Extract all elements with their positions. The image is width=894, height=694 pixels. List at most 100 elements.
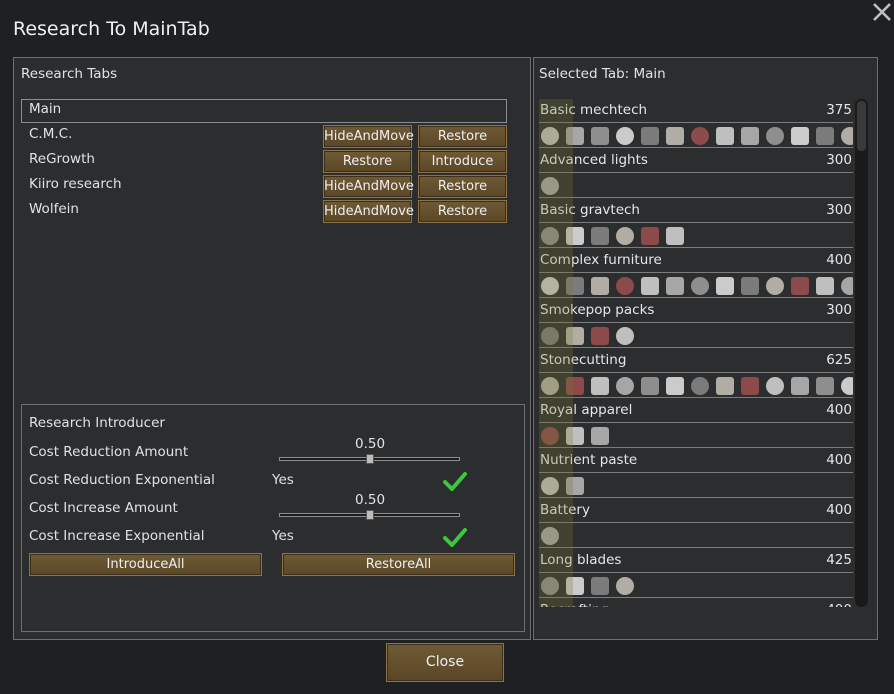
unlock-item-icon	[591, 327, 609, 345]
unlock-item-icon	[816, 377, 834, 395]
tab-main[interactable]	[21, 99, 507, 123]
unlock-item-icon	[541, 277, 559, 295]
cost-reduction-exponential-value: Yes	[272, 472, 294, 488]
project-cost: 400	[826, 602, 852, 607]
project-name: Basic gravtech	[540, 202, 640, 218]
wolfein-restore-button[interactable]: Restore	[418, 200, 507, 223]
project-cost: 625	[826, 352, 852, 368]
regrowth-restore-button[interactable]: Restore	[323, 150, 412, 173]
unlock-item-icon	[566, 127, 584, 145]
unlock-item-icon	[766, 127, 784, 145]
research-project-row[interactable]: Basic gravtech 300	[539, 199, 853, 249]
list-scrollbar[interactable]	[855, 99, 868, 607]
unlock-item-icon	[541, 127, 559, 145]
unlock-item-icon	[766, 377, 784, 395]
unlock-item-icon	[791, 277, 809, 295]
project-cost: 400	[826, 252, 852, 268]
kiiro-hide-and-move-button[interactable]: HideAndMove	[323, 175, 414, 198]
unlock-item-icon	[741, 127, 759, 145]
unlock-item-icon	[841, 377, 853, 395]
cost-increase-exponential-checkbox[interactable]	[443, 527, 467, 547]
project-unlock-icons	[539, 574, 853, 598]
unlock-item-icon	[566, 377, 584, 395]
cmc-hide-and-move-button[interactable]: HideAndMove	[323, 125, 414, 148]
close-icon[interactable]	[870, 0, 894, 24]
project-unlock-icons	[539, 474, 853, 498]
project-name: Royal apparel	[540, 402, 633, 418]
unlock-item-icon	[616, 277, 634, 295]
project-cost: 300	[826, 302, 852, 318]
introducer-title: Research Introducer	[29, 415, 165, 431]
project-unlock-icons	[539, 524, 853, 548]
unlock-item-icon	[641, 377, 659, 395]
cost-reduction-amount-label: Cost Reduction Amount	[29, 444, 189, 460]
cmc-restore-button[interactable]: Restore	[418, 125, 507, 148]
research-project-row[interactable]: Royal apparel 400	[539, 399, 853, 449]
project-cost: 300	[826, 152, 852, 168]
unlock-item-icon	[541, 427, 559, 445]
unlock-item-icon	[591, 227, 609, 245]
unlock-item-icon	[666, 127, 684, 145]
project-header: Long blades 425	[539, 549, 853, 573]
research-project-row[interactable]: Long blades 425	[539, 549, 853, 599]
kiiro-restore-button[interactable]: Restore	[418, 175, 507, 198]
research-project-row[interactable]: Smokepop packs 300	[539, 299, 853, 349]
cost-reduction-exponential-checkbox[interactable]	[443, 471, 467, 491]
unlock-item-icon	[666, 277, 684, 295]
project-unlock-icons	[539, 224, 853, 248]
cost-increase-slider-handle[interactable]	[365, 510, 374, 520]
unlock-item-icon	[566, 577, 584, 595]
unlock-item-icon	[541, 177, 559, 195]
project-header: Recrafting 400	[539, 599, 853, 607]
wolfein-hide-and-move-button[interactable]: HideAndMove	[323, 200, 414, 223]
project-header: Basic gravtech 300	[539, 199, 853, 223]
unlock-item-icon	[741, 377, 759, 395]
unlock-item-icon	[591, 277, 609, 295]
list-scrollbar-thumb[interactable]	[857, 101, 866, 151]
research-project-row[interactable]: Stonecutting 625	[539, 349, 853, 399]
unlock-item-icon	[641, 227, 659, 245]
research-project-list[interactable]: Basic mechtech 375 Advanced lights 300 Basic…	[539, 99, 853, 607]
project-header: Smokepop packs 300	[539, 299, 853, 323]
unlock-item-icon	[541, 527, 559, 545]
project-header: Battery 400	[539, 499, 853, 523]
unlock-item-icon	[566, 327, 584, 345]
research-tabs-title: Research Tabs	[21, 66, 118, 82]
research-project-row[interactable]: Basic mechtech 375	[539, 99, 853, 149]
unlock-item-icon	[566, 277, 584, 295]
introduce-all-button[interactable]: IntroduceAll	[29, 553, 262, 576]
project-name: Complex furniture	[540, 252, 662, 268]
project-unlock-icons	[539, 274, 853, 298]
close-button[interactable]: Close	[386, 643, 504, 682]
research-project-row[interactable]: Battery 400	[539, 499, 853, 549]
cost-increase-exponential-value: Yes	[272, 528, 294, 544]
unlock-item-icon	[841, 277, 853, 295]
cost-increase-amount-value: 0.50	[355, 492, 386, 508]
unlock-item-icon	[541, 577, 559, 595]
research-project-row[interactable]: Complex furniture 400	[539, 249, 853, 299]
restore-all-button[interactable]: RestoreAll	[282, 553, 515, 576]
unlock-item-icon	[591, 577, 609, 595]
unlock-item-icon	[716, 277, 734, 295]
regrowth-introduce-button[interactable]: Introduce	[418, 150, 507, 173]
unlock-item-icon	[566, 477, 584, 495]
research-project-row[interactable]: Nutrient paste 400	[539, 449, 853, 499]
project-header: Royal apparel 400	[539, 399, 853, 423]
unlock-item-icon	[541, 377, 559, 395]
cost-reduction-slider-handle[interactable]	[365, 454, 374, 464]
project-name: Basic mechtech	[540, 102, 648, 118]
research-project-row[interactable]: Advanced lights 300	[539, 149, 853, 199]
research-project-row[interactable]: Recrafting 400	[539, 599, 853, 607]
project-header: Nutrient paste 400	[539, 449, 853, 473]
tab-label-wolfein: Wolfein	[29, 201, 79, 217]
project-header: Complex furniture 400	[539, 249, 853, 273]
unlock-item-icon	[616, 127, 634, 145]
tab-label-kiiro: Kiiro research	[29, 176, 122, 192]
tab-label-cmc: C.M.C.	[29, 126, 73, 142]
unlock-item-icon	[666, 227, 684, 245]
unlock-item-icon	[691, 127, 709, 145]
unlock-item-icon	[716, 377, 734, 395]
unlock-item-icon	[716, 127, 734, 145]
cost-reduction-amount-value: 0.50	[355, 436, 386, 452]
unlock-item-icon	[816, 127, 834, 145]
